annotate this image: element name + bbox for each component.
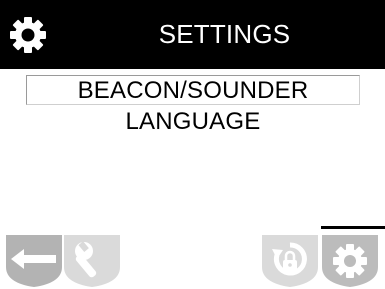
header-bar: SETTINGS bbox=[0, 0, 385, 69]
access-level-button[interactable] bbox=[262, 231, 318, 287]
back-button[interactable] bbox=[6, 231, 62, 287]
lock-reset-icon bbox=[262, 235, 318, 287]
service-button[interactable] bbox=[64, 231, 120, 287]
active-tab-indicator bbox=[321, 226, 385, 229]
settings-tab[interactable] bbox=[322, 231, 378, 287]
menu-item-language[interactable]: LANGUAGE bbox=[26, 107, 360, 137]
gear-icon bbox=[10, 17, 46, 53]
page-title: SETTINGS bbox=[158, 19, 291, 49]
wrench-icon bbox=[64, 235, 120, 287]
gear-icon bbox=[322, 235, 378, 287]
menu-item-beacon-sounder[interactable]: BEACON/SOUNDER bbox=[26, 75, 360, 105]
back-arrow-icon bbox=[6, 235, 62, 287]
